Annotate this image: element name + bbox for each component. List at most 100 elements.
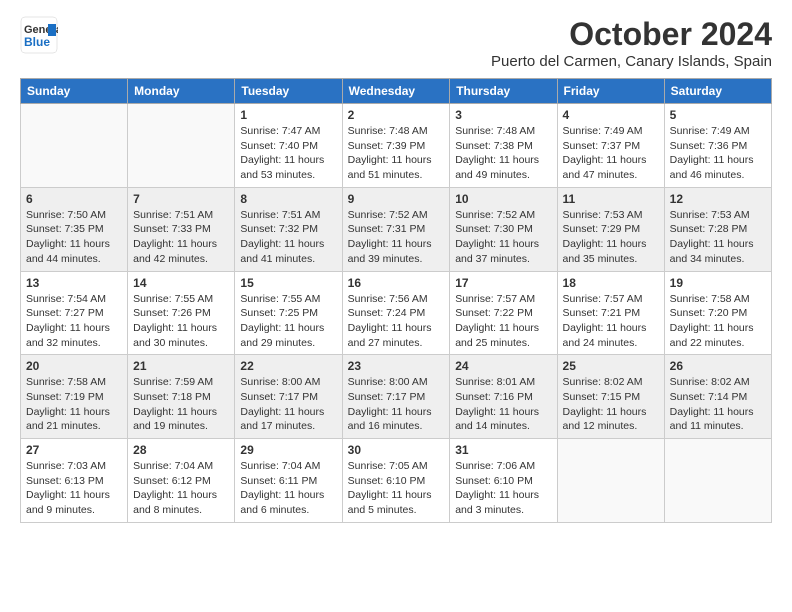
logo: General Blue [20,16,58,54]
day-info: Sunrise: 7:57 AM Sunset: 7:22 PM Dayligh… [455,292,551,351]
day-number: 23 [348,359,445,373]
weekday-header-monday: Monday [128,79,235,104]
day-info: Sunrise: 7:04 AM Sunset: 6:11 PM Dayligh… [240,459,336,518]
calendar-cell: 25 Sunrise: 8:02 AM Sunset: 7:15 PM Dayli… [557,355,664,439]
calendar-cell: 2Sunrise: 7:48 AM Sunset: 7:39 PM Daylig… [342,104,450,188]
day-number: 15 [240,276,336,290]
calendar-cell: 28 Sunrise: 7:04 AM Sunset: 6:12 PM Dayli… [128,439,235,523]
day-number: 25 [563,359,659,373]
day-info: Sunrise: 7:49 AM Sunset: 7:37 PM Dayligh… [563,124,659,183]
day-number: 7 [133,192,229,206]
day-info: Sunrise: 7:53 AM Sunset: 7:28 PM Dayligh… [670,208,766,267]
calendar: SundayMondayTuesdayWednesdayThursdayFrid… [20,78,772,523]
day-info: Sunrise: 7:55 AM Sunset: 7:25 PM Dayligh… [240,292,336,351]
month-title: October 2024 [491,16,772,53]
weekday-header-wednesday: Wednesday [342,79,450,104]
day-info: Sunrise: 8:02 AM Sunset: 7:15 PM Dayligh… [563,375,659,434]
day-info: Sunrise: 7:48 AM Sunset: 7:39 PM Dayligh… [348,124,445,183]
calendar-cell: 11Sunrise: 7:53 AM Sunset: 7:29 PM Dayli… [557,187,664,271]
day-number: 3 [455,108,551,122]
calendar-cell: 21Sunrise: 7:59 AM Sunset: 7:18 PM Dayli… [128,355,235,439]
day-info: Sunrise: 7:03 AM Sunset: 6:13 PM Dayligh… [26,459,122,518]
day-info: Sunrise: 7:54 AM Sunset: 7:27 PM Dayligh… [26,292,122,351]
day-number: 31 [455,443,551,457]
day-number: 5 [670,108,766,122]
day-info: Sunrise: 7:55 AM Sunset: 7:26 PM Dayligh… [133,292,229,351]
day-number: 28 [133,443,229,457]
day-number: 16 [348,276,445,290]
day-info: Sunrise: 7:06 AM Sunset: 6:10 PM Dayligh… [455,459,551,518]
day-number: 14 [133,276,229,290]
calendar-cell: 7Sunrise: 7:51 AM Sunset: 7:33 PM Daylig… [128,187,235,271]
day-number: 29 [240,443,336,457]
calendar-cell: 22 Sunrise: 8:00 AM Sunset: 7:17 PM Dayli… [235,355,342,439]
calendar-cell: 19 Sunrise: 7:58 AM Sunset: 7:20 PM Dayli… [664,271,771,355]
calendar-cell: 30Sunrise: 7:05 AM Sunset: 6:10 PM Dayli… [342,439,450,523]
location-title: Puerto del Carmen, Canary Islands, Spain [491,53,772,70]
day-number: 18 [563,276,659,290]
day-number: 17 [455,276,551,290]
day-info: Sunrise: 7:56 AM Sunset: 7:24 PM Dayligh… [348,292,445,351]
day-number: 9 [348,192,445,206]
calendar-week-2: 6 Sunrise: 7:50 AM Sunset: 7:35 PM Daylig… [21,187,772,271]
calendar-cell: 18 Sunrise: 7:57 AM Sunset: 7:21 PM Dayli… [557,271,664,355]
day-info: Sunrise: 7:58 AM Sunset: 7:20 PM Dayligh… [670,292,766,351]
calendar-cell: 6 Sunrise: 7:50 AM Sunset: 7:35 PM Daylig… [21,187,128,271]
calendar-cell [664,439,771,523]
calendar-cell: 12 Sunrise: 7:53 AM Sunset: 7:28 PM Dayli… [664,187,771,271]
day-info: Sunrise: 7:51 AM Sunset: 7:32 PM Dayligh… [240,208,336,267]
calendar-cell: 29 Sunrise: 7:04 AM Sunset: 6:11 PM Dayli… [235,439,342,523]
calendar-week-1: 1 Sunrise: 7:47 AM Sunset: 7:40 PM Daylig… [21,104,772,188]
day-number: 4 [563,108,659,122]
day-info: Sunrise: 7:52 AM Sunset: 7:30 PM Dayligh… [455,208,551,267]
weekday-header-sunday: Sunday [21,79,128,104]
day-number: 21 [133,359,229,373]
calendar-cell: 4 Sunrise: 7:49 AM Sunset: 7:37 PM Daylig… [557,104,664,188]
calendar-cell: 9Sunrise: 7:52 AM Sunset: 7:31 PM Daylig… [342,187,450,271]
day-number: 10 [455,192,551,206]
day-info: Sunrise: 7:58 AM Sunset: 7:19 PM Dayligh… [26,375,122,434]
weekday-header-friday: Friday [557,79,664,104]
header: General Blue October 2024 Puerto del Car… [20,16,772,70]
calendar-cell: 14 Sunrise: 7:55 AM Sunset: 7:26 PM Dayli… [128,271,235,355]
calendar-cell: 24Sunrise: 8:01 AM Sunset: 7:16 PM Dayli… [450,355,557,439]
calendar-cell: 27 Sunrise: 7:03 AM Sunset: 6:13 PM Dayli… [21,439,128,523]
day-info: Sunrise: 8:00 AM Sunset: 7:17 PM Dayligh… [240,375,336,434]
title-area: October 2024 Puerto del Carmen, Canary I… [491,16,772,70]
calendar-cell: 16 Sunrise: 7:56 AM Sunset: 7:24 PM Dayli… [342,271,450,355]
day-info: Sunrise: 8:02 AM Sunset: 7:14 PM Dayligh… [670,375,766,434]
calendar-week-3: 13 Sunrise: 7:54 AM Sunset: 7:27 PM Dayli… [21,271,772,355]
svg-text:Blue: Blue [24,35,50,49]
calendar-header-row: SundayMondayTuesdayWednesdayThursdayFrid… [21,79,772,104]
day-info: Sunrise: 8:01 AM Sunset: 7:16 PM Dayligh… [455,375,551,434]
calendar-cell [557,439,664,523]
calendar-body: 1 Sunrise: 7:47 AM Sunset: 7:40 PM Daylig… [21,104,772,523]
day-info: Sunrise: 7:57 AM Sunset: 7:21 PM Dayligh… [563,292,659,351]
calendar-cell: 20Sunrise: 7:58 AM Sunset: 7:19 PM Dayli… [21,355,128,439]
day-number: 13 [26,276,122,290]
calendar-cell: 15 Sunrise: 7:55 AM Sunset: 7:25 PM Dayli… [235,271,342,355]
day-info: Sunrise: 7:04 AM Sunset: 6:12 PM Dayligh… [133,459,229,518]
day-number: 27 [26,443,122,457]
day-number: 12 [670,192,766,206]
day-number: 6 [26,192,122,206]
calendar-cell: 3 Sunrise: 7:48 AM Sunset: 7:38 PM Daylig… [450,104,557,188]
weekday-header-tuesday: Tuesday [235,79,342,104]
calendar-cell: 31 Sunrise: 7:06 AM Sunset: 6:10 PM Dayli… [450,439,557,523]
calendar-week-5: 27 Sunrise: 7:03 AM Sunset: 6:13 PM Dayli… [21,439,772,523]
calendar-cell [21,104,128,188]
day-number: 22 [240,359,336,373]
day-info: Sunrise: 8:00 AM Sunset: 7:17 PM Dayligh… [348,375,445,434]
day-info: Sunrise: 7:50 AM Sunset: 7:35 PM Dayligh… [26,208,122,267]
calendar-cell: 13 Sunrise: 7:54 AM Sunset: 7:27 PM Dayli… [21,271,128,355]
calendar-cell: 8Sunrise: 7:51 AM Sunset: 7:32 PM Daylig… [235,187,342,271]
day-info: Sunrise: 7:53 AM Sunset: 7:29 PM Dayligh… [563,208,659,267]
calendar-cell: 10 Sunrise: 7:52 AM Sunset: 7:30 PM Dayli… [450,187,557,271]
calendar-cell: 17 Sunrise: 7:57 AM Sunset: 7:22 PM Dayli… [450,271,557,355]
weekday-header-saturday: Saturday [664,79,771,104]
day-info: Sunrise: 7:48 AM Sunset: 7:38 PM Dayligh… [455,124,551,183]
day-info: Sunrise: 7:05 AM Sunset: 6:10 PM Dayligh… [348,459,445,518]
day-number: 1 [240,108,336,122]
day-info: Sunrise: 7:47 AM Sunset: 7:40 PM Dayligh… [240,124,336,183]
day-number: 19 [670,276,766,290]
